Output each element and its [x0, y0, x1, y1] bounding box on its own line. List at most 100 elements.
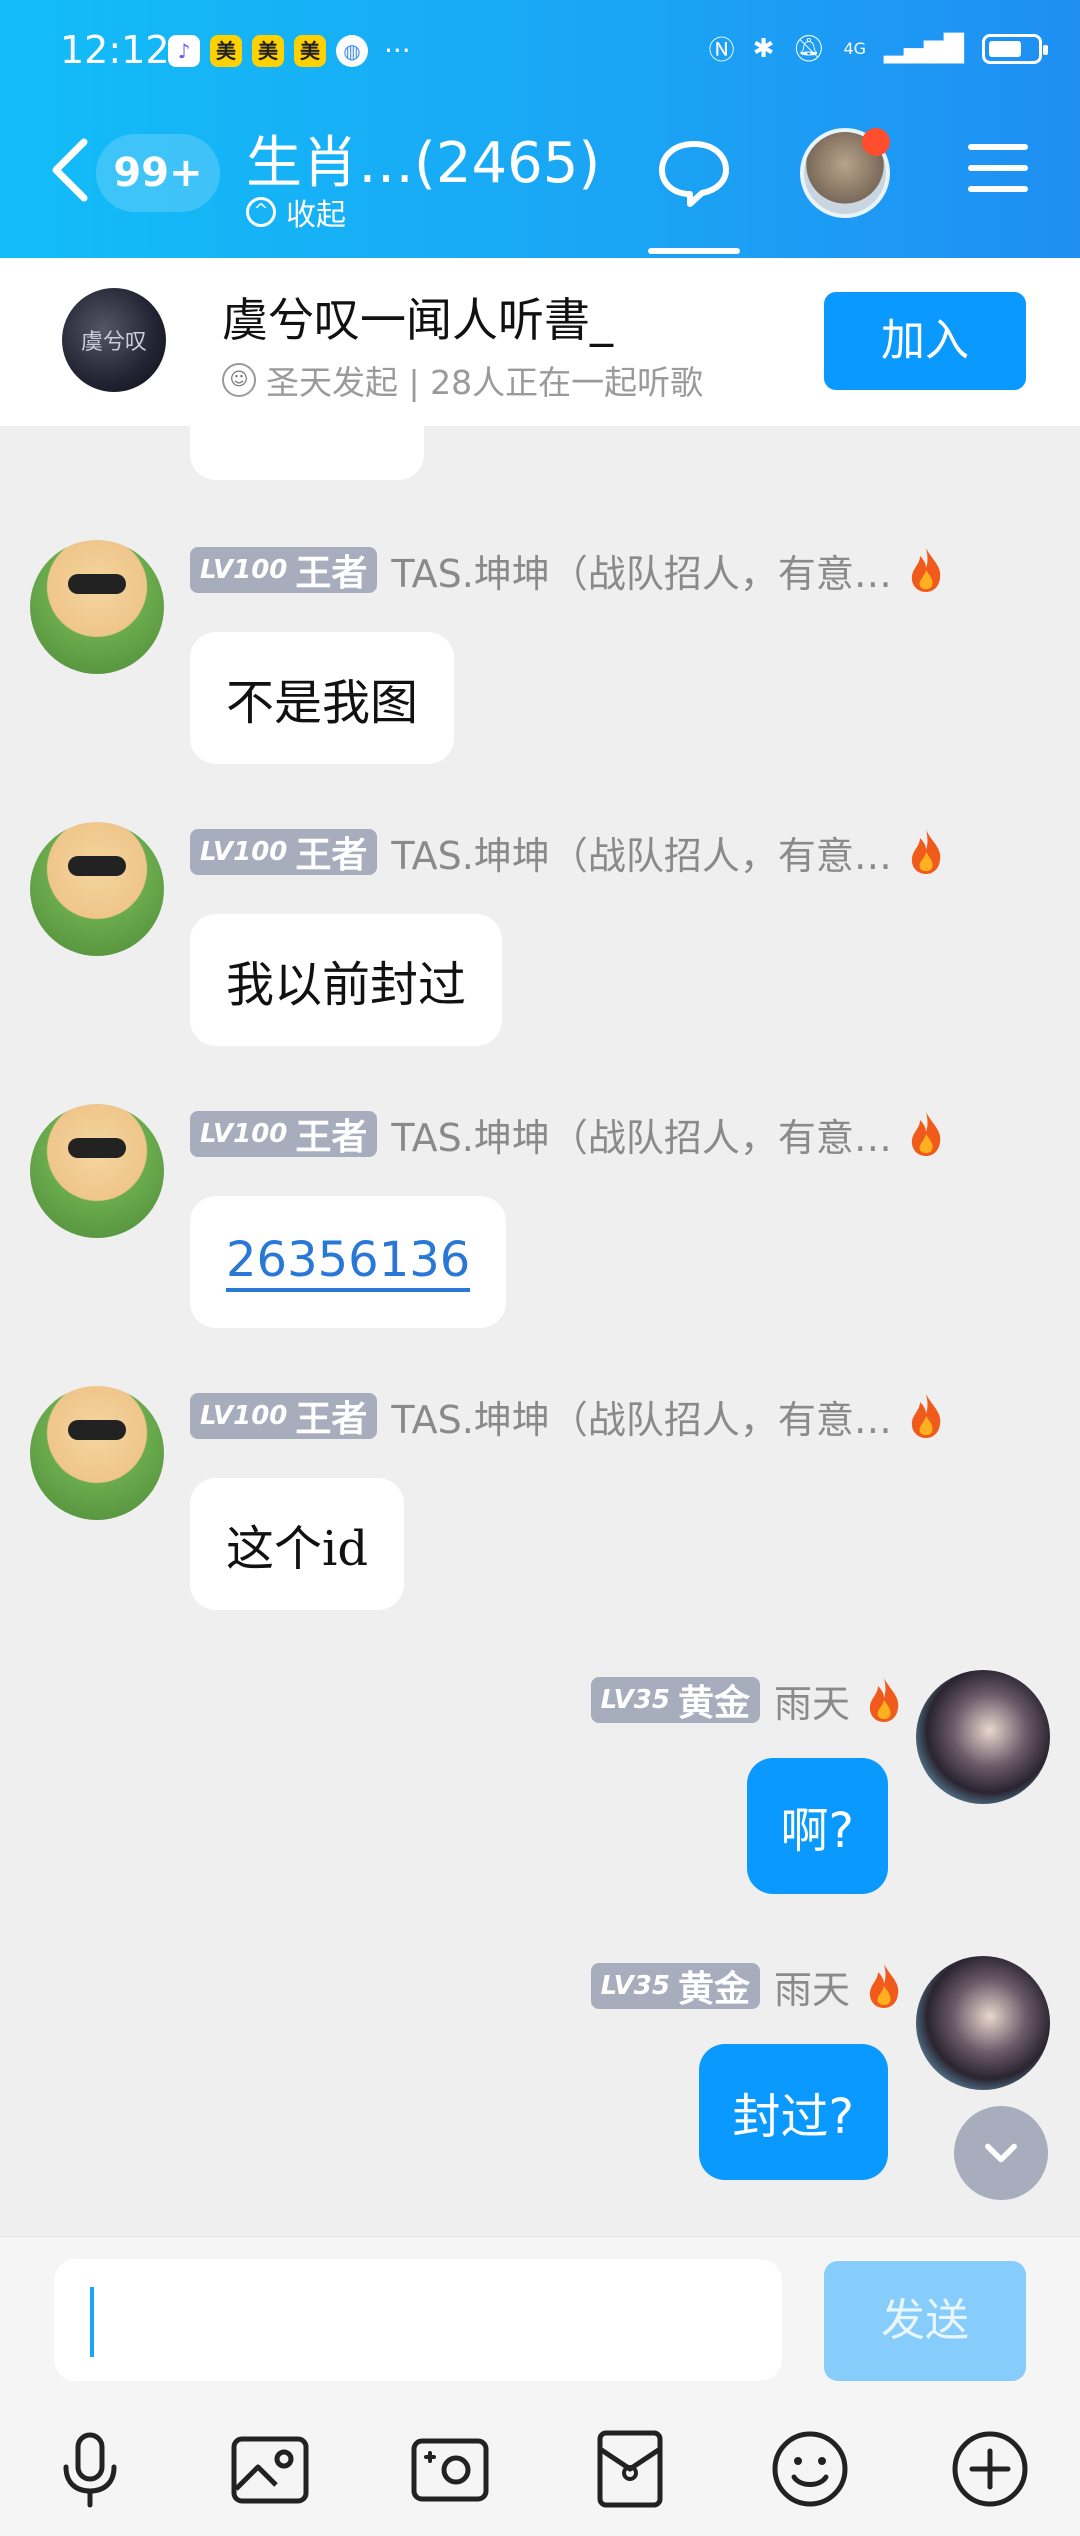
level-text: LV100 — [200, 1401, 288, 1431]
fire-icon — [911, 1394, 941, 1438]
nfc-icon: Ⓝ — [708, 36, 735, 66]
red-packet-button[interactable] — [588, 2427, 672, 2511]
status-app-icons: ♪ 美 美 美 ◍ ··· — [168, 34, 411, 67]
microphone-icon — [63, 2432, 117, 2508]
status-indicators: Ⓝ ✱ 🔕︎ 4G ▂▄▆█ — [708, 30, 1048, 67]
meituan-app-icon: 美 — [252, 34, 284, 67]
network-label: 4G — [843, 39, 867, 58]
avatar[interactable] — [30, 822, 164, 956]
level-badge: LV35 黄金 — [590, 1677, 760, 1724]
join-button[interactable]: 加入 — [824, 292, 1026, 390]
fire-icon — [911, 1112, 941, 1156]
chevron-left-icon — [52, 138, 88, 202]
avatar[interactable] — [30, 1104, 164, 1238]
album-cover: 虞兮叹 — [62, 288, 166, 392]
chat-bubble-icon — [659, 141, 729, 207]
status-bar: 12:12 ♪ 美 美 美 ◍ ··· Ⓝ ✱ 🔕︎ 4G ▂▄▆█ — [0, 0, 1080, 100]
group-title[interactable]: 生肖…(2465) — [246, 118, 600, 199]
sender-name[interactable]: TAS.坤坤（战队招人，有意… — [391, 1107, 891, 1162]
listen-together-banner[interactable]: 虞兮叹 虞兮叹一闻人听書_ ☺ 圣天发起 | 28人正在一起听歌 加入 — [0, 258, 1080, 426]
scroll-to-bottom-button[interactable] — [954, 2106, 1048, 2200]
fire-icon — [869, 1964, 899, 2008]
signal-icon: ▂▄▆█ — [884, 33, 964, 64]
level-text: LV100 — [200, 555, 288, 585]
level-badge: LV100 王者 — [190, 1393, 378, 1440]
message-bubble[interactable]: 不是我图 — [190, 632, 455, 764]
mute-icon: 🔕︎ — [792, 33, 826, 64]
message-list[interactable]: LV100 王者 TAS.坤坤（战队招人，有意… 不是我图 LV100 王者 T… — [0, 426, 1080, 2236]
unread-count-badge[interactable]: 99+ — [96, 134, 220, 212]
message-text: 啊? — [780, 1803, 854, 1859]
message-bubble[interactable]: 这个id — [190, 1478, 405, 1610]
message-text: 这个id — [226, 1521, 369, 1577]
level-text: LV35 — [600, 1685, 670, 1715]
notification-dot — [862, 128, 890, 156]
fire-icon — [911, 548, 941, 592]
rank-text: 王者 — [295, 835, 368, 876]
level-text: LV100 — [200, 837, 288, 867]
sender-name[interactable]: TAS.坤坤（战队招人，有意… — [391, 1389, 891, 1444]
level-badge: LV100 王者 — [190, 829, 378, 876]
level-badge: LV35 黄金 — [590, 1963, 760, 2010]
camera-button[interactable] — [408, 2427, 492, 2511]
sender-name[interactable]: TAS.坤坤（战队招人，有意… — [391, 825, 891, 880]
rank-text: 黄金 — [677, 1969, 750, 2010]
send-button[interactable]: 发送 — [824, 2261, 1026, 2381]
collapse-label: 收起 — [286, 198, 346, 233]
sender-name[interactable]: 雨天 — [774, 1673, 850, 1728]
avatar[interactable] — [30, 1386, 164, 1520]
sender-row: LV100 王者 TAS.坤坤（战队招人，有意… — [190, 1392, 946, 1442]
emoji-button[interactable] — [768, 2427, 852, 2511]
more-notifications-icon: ··· — [384, 34, 411, 67]
message-link[interactable]: 26356136 — [226, 1232, 471, 1292]
more-button[interactable] — [948, 2427, 1032, 2511]
message-bubble[interactable]: 我以前封过 — [190, 914, 503, 1046]
image-button[interactable] — [228, 2427, 312, 2511]
banner-subtitle-row: ☺ 圣天发起 | 28人正在一起听歌 — [222, 356, 703, 404]
sender-row: LV35 黄金 雨天 — [590, 1676, 904, 1726]
avatar[interactable] — [916, 1956, 1050, 2090]
meituan-app-icon: 美 — [210, 34, 242, 67]
tab-active-indicator — [648, 248, 740, 254]
hamburger-icon-line — [968, 186, 1028, 192]
message-input[interactable] — [54, 2259, 782, 2381]
back-button[interactable] — [40, 130, 100, 210]
message-bubble-partial — [190, 426, 424, 480]
sender-name[interactable]: TAS.坤坤（战队招人，有意… — [391, 543, 891, 598]
input-area: 发送 — [0, 2236, 1080, 2536]
song-title: 虞兮叹一闻人听書_ — [222, 293, 613, 347]
avatar[interactable] — [916, 1670, 1050, 1804]
chat-header: 12:12 ♪ 美 美 美 ◍ ··· Ⓝ ✱ 🔕︎ 4G ▂▄▆█ 99+ 生… — [0, 0, 1080, 258]
message-bubble[interactable]: 封过? — [698, 2044, 888, 2180]
collapse-button[interactable]: ^ 收起 — [246, 190, 346, 234]
chevron-up-circle-icon: ^ — [246, 197, 276, 227]
sender-name[interactable]: 雨天 — [774, 1959, 850, 2014]
chevron-down-icon — [985, 2143, 1017, 2163]
hamburger-icon-line — [968, 165, 1028, 171]
message-bubble[interactable]: 啊? — [746, 1758, 888, 1894]
avatar[interactable] — [30, 540, 164, 674]
bluetooth-icon: ✱ — [752, 33, 775, 64]
message-text: 封过? — [732, 2089, 854, 2145]
music-app-icon: ♪ — [168, 34, 200, 67]
battery-icon — [982, 33, 1048, 64]
level-text: LV35 — [600, 1971, 670, 2001]
rank-text: 黄金 — [677, 1683, 750, 1724]
status-time: 12:12 — [60, 28, 170, 72]
globe-app-icon: ◍ — [336, 34, 368, 67]
voice-button[interactable] — [48, 2427, 132, 2511]
menu-button[interactable] — [968, 144, 1028, 204]
sender-row: LV100 王者 TAS.坤坤（战队招人，有意… — [190, 546, 946, 596]
sender-row: LV35 黄金 雨天 — [590, 1962, 904, 2012]
message-bubble[interactable]: 26356136 — [190, 1196, 507, 1328]
text-caret — [90, 2287, 94, 2357]
avatar[interactable] — [800, 128, 890, 218]
rank-text: 王者 — [295, 553, 368, 594]
image-icon — [231, 2436, 309, 2504]
red-packet-icon — [597, 2430, 663, 2508]
level-text: LV100 — [200, 1119, 288, 1149]
input-toolbar — [0, 2427, 1080, 2527]
tab-chat[interactable] — [648, 128, 740, 254]
album-cover-text: 虞兮叹 — [80, 330, 147, 355]
plus-circle-icon — [952, 2431, 1028, 2507]
